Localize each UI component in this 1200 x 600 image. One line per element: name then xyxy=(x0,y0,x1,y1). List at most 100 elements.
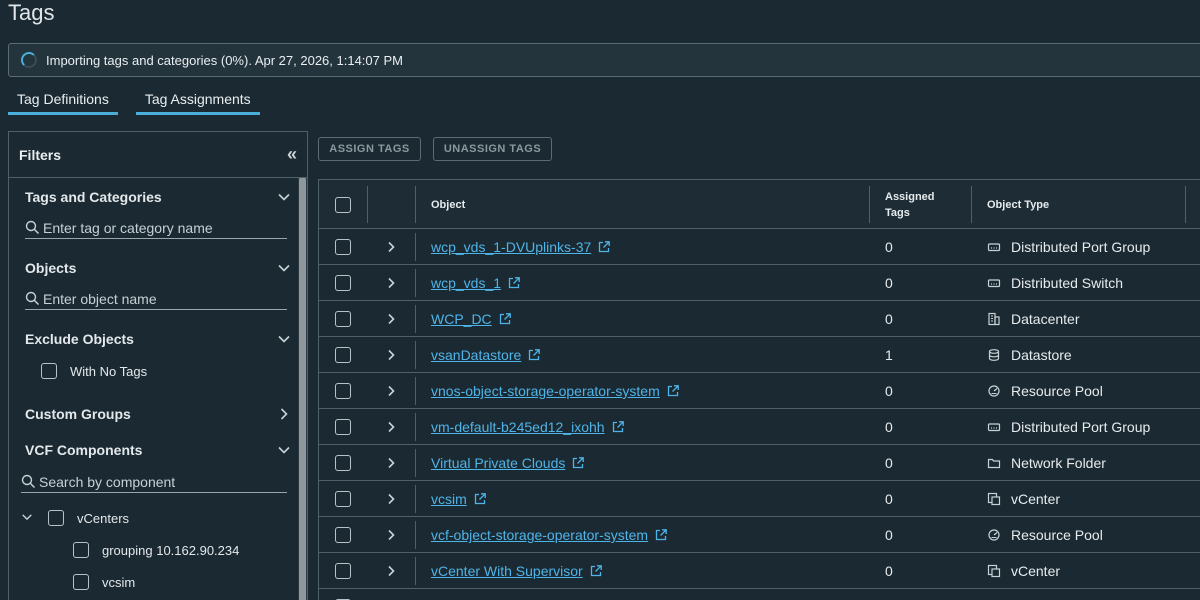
external-link-icon[interactable] xyxy=(597,240,611,254)
assigned-tags-count: 0 xyxy=(885,275,893,291)
external-link-icon[interactable] xyxy=(666,384,680,398)
row-checkbox[interactable] xyxy=(335,455,351,471)
row-checkbox[interactable] xyxy=(335,383,351,399)
chevron-right-icon[interactable] xyxy=(385,265,397,301)
chevron-right-icon[interactable] xyxy=(385,301,397,337)
chevron-right-icon[interactable] xyxy=(385,337,397,373)
object-link[interactable]: vcf-object-storage-operator-system xyxy=(431,527,648,543)
external-link-icon[interactable] xyxy=(654,528,668,542)
external-link-icon[interactable] xyxy=(589,564,603,578)
external-link-icon[interactable] xyxy=(498,312,512,326)
chevron-right-icon[interactable] xyxy=(385,553,397,589)
table-row[interactable]: wcp_vds_1 0 Distributed Switch xyxy=(319,265,1200,301)
section-exclude-objects[interactable]: Exclude Objects xyxy=(25,329,291,349)
column-header-object-type[interactable]: Object Type xyxy=(987,180,1049,229)
assigned-tags-count: 0 xyxy=(885,239,893,255)
tag-search-input[interactable] xyxy=(43,219,273,236)
select-all-checkbox[interactable] xyxy=(335,196,351,213)
object-type-cell: Datastore xyxy=(987,337,1072,373)
switch-icon xyxy=(987,276,1001,290)
object-link[interactable]: vnos-object-storage-operator-system xyxy=(431,383,660,399)
external-link-icon[interactable] xyxy=(473,492,487,506)
vcenter-icon xyxy=(987,564,1001,578)
row-checkbox[interactable] xyxy=(335,491,351,507)
object-type-label: Distributed Switch xyxy=(1011,275,1124,291)
scrollbar-thumb[interactable] xyxy=(299,178,306,600)
with-no-tags-option[interactable]: With No Tags xyxy=(41,363,147,379)
external-link-icon[interactable] xyxy=(527,348,541,362)
port-group-icon xyxy=(987,240,1001,254)
unassign-tags-button[interactable]: UNASSIGN TAGS xyxy=(433,137,552,161)
tab-tag-assignments[interactable]: Tag Assignments xyxy=(135,86,260,115)
table-row[interactable]: vsanDatastore 1 Datastore xyxy=(319,337,1200,373)
table-row[interactable]: vcsim 0 vCenter xyxy=(319,481,1200,517)
row-checkbox[interactable] xyxy=(335,563,351,579)
grouping-checkbox[interactable] xyxy=(73,542,89,558)
external-link-icon[interactable] xyxy=(507,276,521,290)
section-objects[interactable]: Objects xyxy=(25,258,291,278)
object-link[interactable]: vsanDatastore xyxy=(431,347,521,363)
filters-scrollbar[interactable] xyxy=(298,178,307,600)
object-link[interactable]: wcp_vds_1 xyxy=(431,275,501,291)
object-search-field[interactable] xyxy=(25,288,287,310)
row-checkbox[interactable] xyxy=(335,419,351,435)
tree-chevron-down-icon[interactable] xyxy=(21,511,35,526)
column-header-object[interactable]: Object xyxy=(431,180,465,229)
assign-tags-button[interactable]: ASSIGN TAGS xyxy=(318,137,421,161)
chevron-down-icon xyxy=(277,190,291,204)
search-icon xyxy=(25,220,40,235)
column-header-assigned-tags[interactable]: Assigned Tags xyxy=(885,180,935,229)
row-checkbox[interactable] xyxy=(335,311,351,327)
table-row[interactable]: wcp_vds_1-DVUplinks-37 0 Distributed Port … xyxy=(319,229,1200,265)
chevron-right-icon[interactable] xyxy=(385,229,397,265)
assigned-tags-count: 0 xyxy=(885,491,893,507)
alert-text: Importing tags and categories (0%). Apr … xyxy=(46,52,403,68)
search-icon xyxy=(25,291,40,306)
table-row[interactable]: WCP_DC 0 Datacenter xyxy=(319,301,1200,337)
object-link[interactable]: wcp_vds_1-DVUplinks-37 xyxy=(431,239,591,255)
object-link[interactable]: vcsim xyxy=(431,491,467,507)
object-type-label: vCenter xyxy=(1011,563,1061,579)
table-row[interactable]: vcf-object-storage-operator-system 0 Resou… xyxy=(319,517,1200,553)
component-search-field[interactable] xyxy=(21,471,287,493)
section-custom-groups[interactable]: Custom Groups xyxy=(25,404,291,424)
with-no-tags-checkbox[interactable] xyxy=(41,363,57,379)
object-link[interactable]: vm-default-b245ed12_ixohh xyxy=(431,419,605,435)
component-search-input[interactable] xyxy=(39,473,269,490)
row-select-cell xyxy=(335,409,351,445)
table-row[interactable]: Virtual Private Clouds 0 Network Folder xyxy=(319,445,1200,481)
filters-title: Filters xyxy=(19,146,62,163)
external-link-icon[interactable] xyxy=(571,456,585,470)
tab-tag-definitions[interactable]: Tag Definitions xyxy=(8,86,118,115)
object-link[interactable]: vCenter With Supervisor xyxy=(431,563,583,579)
object-type-cell: Resource Pool xyxy=(987,517,1103,553)
section-vcf-components[interactable]: VCF Components xyxy=(25,440,291,460)
row-checkbox[interactable] xyxy=(335,275,351,291)
object-type-label: Datacenter xyxy=(1011,311,1080,327)
vcenters-checkbox[interactable] xyxy=(48,510,64,526)
row-checkbox[interactable] xyxy=(335,239,351,255)
row-select-cell xyxy=(335,553,351,589)
object-link[interactable]: WCP_DC xyxy=(431,311,492,327)
table-row[interactable]: vCenter With Supervisor 0 vCenter xyxy=(319,553,1200,589)
tree-node-vcsim[interactable]: vcsim xyxy=(73,574,135,590)
object-search-input[interactable] xyxy=(43,290,273,307)
tree-node-grouping[interactable]: grouping 10.162.90.234 xyxy=(73,542,239,558)
object-link[interactable]: Virtual Private Clouds xyxy=(431,455,565,471)
section-tags-and-categories[interactable]: Tags and Categories xyxy=(25,187,291,207)
table-row[interactable]: vnos-object-storage-operator-system 0 Reso… xyxy=(319,373,1200,409)
object-type-label: Distributed Port Group xyxy=(1011,239,1151,255)
chevron-right-icon[interactable] xyxy=(385,409,397,445)
chevron-right-icon[interactable] xyxy=(385,445,397,481)
collapse-panel-icon[interactable]: « xyxy=(287,144,297,165)
row-checkbox[interactable] xyxy=(335,347,351,363)
chevron-right-icon[interactable] xyxy=(385,373,397,409)
external-link-icon[interactable] xyxy=(611,420,625,434)
tree-node-vcenters[interactable]: vCenters xyxy=(21,510,129,526)
chevron-right-icon[interactable] xyxy=(385,517,397,553)
table-row[interactable]: vm-default-b245ed12_ixohh 0 Distributed Po… xyxy=(319,409,1200,445)
tag-search-field[interactable] xyxy=(25,217,287,239)
chevron-right-icon[interactable] xyxy=(385,481,397,517)
row-checkbox[interactable] xyxy=(335,527,351,543)
vcsim-checkbox[interactable] xyxy=(73,574,89,590)
